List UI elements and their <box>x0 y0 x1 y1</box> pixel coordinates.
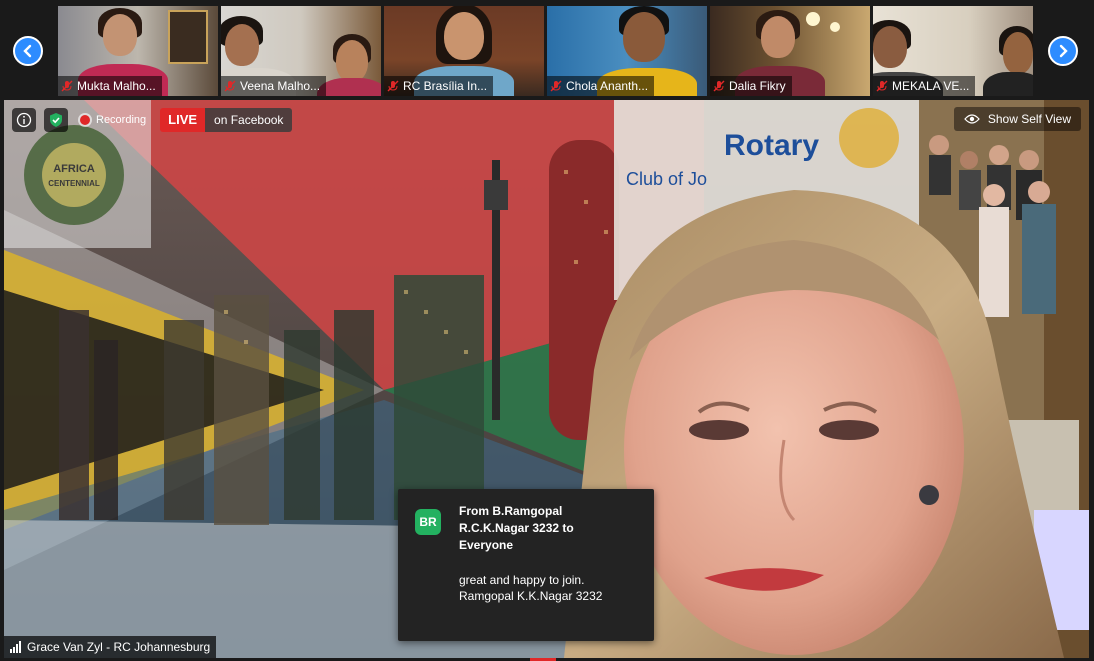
participant-name: Dalia Fikry <box>729 79 786 93</box>
participant-name: Mukta Malho... <box>77 79 156 93</box>
mic-muted-icon <box>387 80 399 92</box>
participant-tile[interactable]: Chola Ananth... <box>547 6 707 96</box>
sender-avatar: BR <box>415 509 441 535</box>
participant-tile[interactable]: Mukta Malho... <box>58 6 218 96</box>
connection-signal-icon <box>10 641 21 653</box>
chat-message-text: great and happy to join. Ramgopal K.K.Na… <box>459 573 603 603</box>
speaker-name: Grace Van Zyl - RC Johannesburg <box>27 640 211 654</box>
participant-name-bar: MEKALA VE... <box>873 76 976 96</box>
participant-name: MEKALA VE... <box>892 79 970 93</box>
filmstrip-prev-button[interactable] <box>13 36 43 66</box>
meeting-status-overlay: Recording LIVE on Facebook <box>12 108 293 132</box>
chat-sender-line: From B.Ramgopal R.C.K.Nagar 3232 to Ever… <box>459 504 574 552</box>
shield-check-icon <box>50 113 62 127</box>
club-text: Club of Jo <box>626 169 707 189</box>
participant-name-bar: Dalia Fikry <box>710 76 792 96</box>
recording-indicator[interactable]: Recording <box>80 114 146 126</box>
mic-muted-icon <box>550 80 562 92</box>
show-self-view-button[interactable]: Show Self View <box>953 107 1081 131</box>
participant-filmstrip: Mukta Malho... Veena Malho... RC Brasíli… <box>0 0 1094 100</box>
participant-name-bar: RC Brasília In... <box>384 76 494 96</box>
live-stream-badge[interactable]: LIVE on Facebook <box>160 108 293 132</box>
mic-muted-icon <box>713 80 725 92</box>
participant-name-bar: Veena Malho... <box>221 76 327 96</box>
show-self-view-label: Show Self View <box>987 112 1071 126</box>
info-icon <box>16 112 32 128</box>
participant-tile[interactable]: MEKALA VE... <box>873 6 1033 96</box>
participant-tile[interactable]: RC Brasília In... <box>384 6 544 96</box>
security-button[interactable] <box>44 108 68 132</box>
speaker-name-bar: Grace Van Zyl - RC Johannesburg <box>4 636 217 658</box>
recording-dot-icon <box>80 115 90 125</box>
logo-text-line2: CENTENNIAL <box>48 179 100 188</box>
participant-name-bar: Chola Ananth... <box>547 76 655 96</box>
participant-name: Chola Ananth... <box>566 79 649 93</box>
logo-text-line1: AFRICA <box>53 163 95 175</box>
chevron-left-icon <box>23 44 32 58</box>
mic-muted-icon <box>876 80 888 92</box>
mic-muted-icon <box>224 80 236 92</box>
chat-notification-popup[interactable]: BR From B.Ramgopal R.C.K.Nagar 3232 to E… <box>398 489 654 641</box>
participant-tile[interactable]: Veena Malho... <box>221 6 381 96</box>
participant-name-bar: Mukta Malho... <box>58 76 162 96</box>
filmstrip-next-button[interactable] <box>1048 36 1078 66</box>
eye-icon <box>964 114 980 124</box>
rotary-text: Rotary <box>724 129 819 162</box>
live-label: LIVE <box>160 108 206 132</box>
live-destination: on Facebook <box>205 108 293 132</box>
participant-tile[interactable]: Dalia Fikry <box>710 6 870 96</box>
meeting-info-button[interactable] <box>12 108 36 132</box>
participant-name: Veena Malho... <box>240 79 321 93</box>
recording-label: Recording <box>96 114 147 126</box>
chevron-right-icon <box>1059 44 1068 58</box>
mic-muted-icon <box>61 80 73 92</box>
participant-name: RC Brasília In... <box>403 79 488 93</box>
